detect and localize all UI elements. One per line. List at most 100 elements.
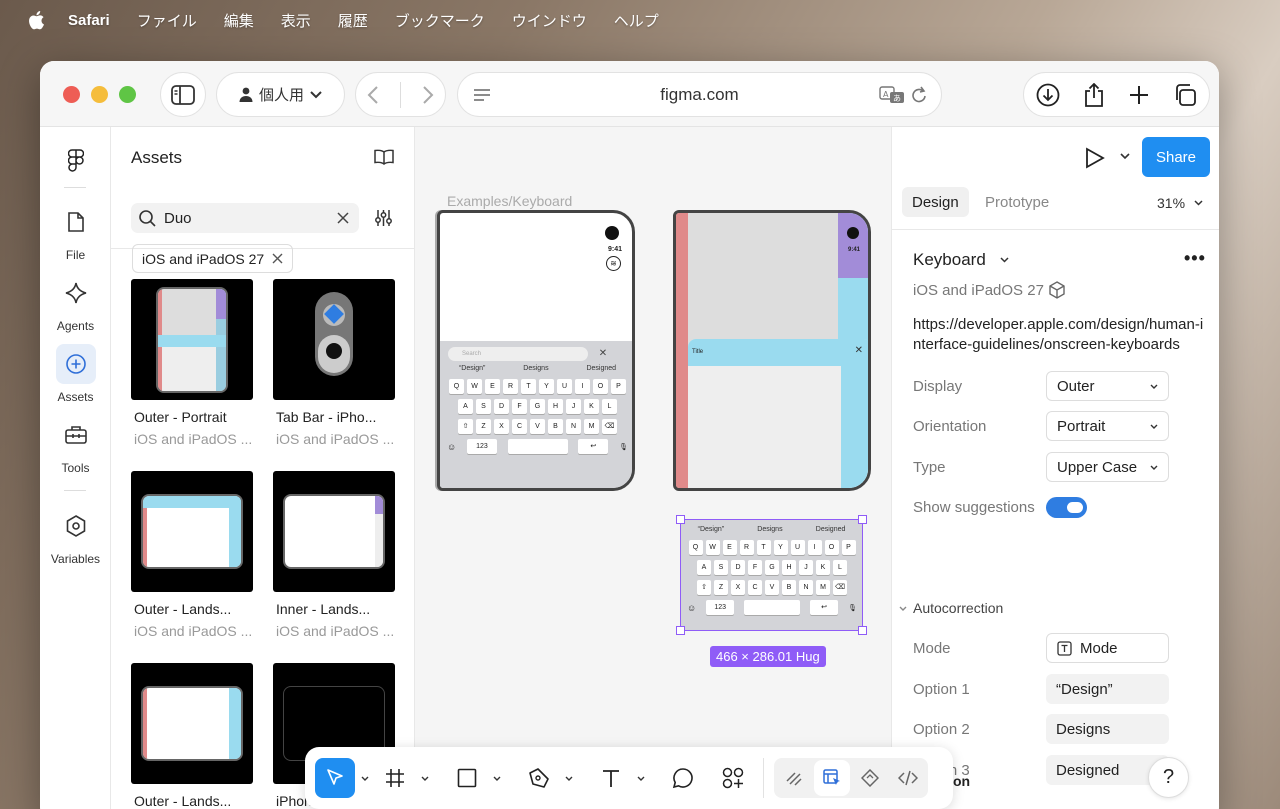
- resize-handle[interactable]: [858, 515, 867, 524]
- keyboard-key[interactable]: S: [714, 560, 728, 575]
- keyboard-key[interactable]: O: [593, 379, 608, 394]
- tab-design[interactable]: Design: [902, 187, 969, 217]
- nav-agents[interactable]: Agents: [40, 273, 111, 333]
- draw-mode-button[interactable]: [776, 760, 812, 796]
- option1-field[interactable]: “Design”: [1046, 674, 1169, 704]
- nav-variables[interactable]: Variables: [40, 506, 111, 566]
- reload-icon[interactable]: [911, 86, 927, 104]
- keyboard-key[interactable]: A: [697, 560, 711, 575]
- keyboard-key[interactable]: Q: [688, 540, 703, 555]
- prototype-mode-button[interactable]: [852, 760, 888, 796]
- asset-card-inner-landscape[interactable]: Inner - Lands... iOS and iPadOS ...: [273, 471, 395, 639]
- selected-keyboard-component[interactable]: “Design” Designs Designed QWERTYUIOP ASDF…: [676, 515, 867, 635]
- figma-canvas[interactable]: Examples/Keyboard 9:41 ≋ Search ✕ “Desig…: [415, 127, 891, 809]
- actions-tool-button[interactable]: [713, 758, 753, 798]
- keyboard-key[interactable]: Z: [476, 419, 491, 434]
- menu-app-name[interactable]: Safari: [68, 12, 110, 29]
- keyboard-key[interactable]: X: [731, 580, 745, 595]
- keyboard-key[interactable]: N: [799, 580, 813, 595]
- apple-icon[interactable]: [26, 9, 48, 31]
- close-window-button[interactable]: [63, 86, 80, 103]
- chevron-down-icon[interactable]: [415, 776, 435, 781]
- asset-card-outer-landscape[interactable]: Outer - Lands... iOS and iPadOS ...: [131, 471, 253, 639]
- menu-file[interactable]: ファイル: [137, 10, 197, 31]
- keyboard-key[interactable]: U: [790, 540, 805, 555]
- assets-search-input[interactable]: Duo: [131, 203, 359, 233]
- design-mode-button[interactable]: [814, 760, 850, 796]
- keyboard-key[interactable]: N: [566, 419, 581, 434]
- keyboard-key[interactable]: H: [548, 399, 563, 414]
- share-icon[interactable]: [1084, 82, 1104, 107]
- orientation-select[interactable]: Portrait: [1046, 411, 1169, 441]
- keyboard-key[interactable]: F: [512, 399, 527, 414]
- search-value[interactable]: Duo: [164, 210, 192, 227]
- keyboard-key[interactable]: B: [782, 580, 796, 595]
- download-icon[interactable]: [1036, 83, 1060, 107]
- nav-tools[interactable]: Tools: [40, 415, 111, 475]
- chevron-down-icon[interactable]: [1194, 200, 1203, 206]
- shape-tool-button[interactable]: [447, 758, 487, 798]
- share-button[interactable]: Share: [1142, 137, 1210, 177]
- asset-card-outer-portrait[interactable]: Outer - Portrait iOS and iPadOS ...: [131, 279, 253, 447]
- keyboard-key[interactable]: K: [816, 560, 830, 575]
- keyboard-key[interactable]: Y: [773, 540, 788, 555]
- keyboard-key[interactable]: U: [557, 379, 572, 394]
- close-icon[interactable]: ✕: [855, 345, 863, 356]
- forward-arrow-icon[interactable]: [422, 85, 434, 105]
- zoom-level[interactable]: 31%: [1157, 195, 1185, 211]
- menu-history[interactable]: 履歴: [338, 10, 368, 31]
- mode-field[interactable]: Mode: [1046, 633, 1169, 663]
- keyboard-key[interactable]: G: [765, 560, 779, 575]
- menu-edit[interactable]: 編集: [224, 10, 254, 31]
- type-select[interactable]: Upper Case: [1046, 452, 1169, 482]
- microphone-icon[interactable]: 🎙: [619, 443, 628, 451]
- move-tool-button[interactable]: [315, 758, 355, 798]
- return-key[interactable]: ↩: [810, 600, 839, 615]
- library-component-icon[interactable]: [1048, 281, 1066, 299]
- keyboard-key[interactable]: M: [816, 580, 830, 595]
- space-key[interactable]: [507, 439, 568, 454]
- chevron-down-icon[interactable]: [899, 606, 907, 611]
- outer-landscape-device[interactable]: 9:41 Title ✕: [673, 210, 871, 491]
- suggestion-3[interactable]: Designed: [586, 365, 616, 372]
- keyboard-key[interactable]: T: [521, 379, 536, 394]
- keyboard-key[interactable]: Q: [449, 379, 464, 394]
- section-label-partial[interactable]: on: [953, 773, 970, 789]
- keyboard-key[interactable]: ⌫: [602, 419, 617, 434]
- play-icon[interactable]: [1085, 147, 1105, 169]
- keyboard-key[interactable]: D: [731, 560, 745, 575]
- library-filter-chip[interactable]: iOS and iPadOS 27: [132, 244, 294, 273]
- chevron-down-icon[interactable]: [631, 776, 651, 781]
- return-key[interactable]: ↩: [578, 439, 609, 454]
- keyboard-key[interactable]: L: [602, 399, 617, 414]
- keyboard-key[interactable]: V: [530, 419, 545, 434]
- tab-overview-icon[interactable]: [1173, 83, 1197, 107]
- keyboard-key[interactable]: R: [739, 540, 754, 555]
- chevron-down-icon[interactable]: [487, 776, 507, 781]
- more-options-icon[interactable]: •••: [1184, 248, 1206, 269]
- frame-tool-button[interactable]: [375, 758, 415, 798]
- keyboard-key[interactable]: ⌫: [833, 580, 847, 595]
- chevron-down-icon[interactable]: [1120, 153, 1130, 160]
- keyboard-key[interactable]: L: [833, 560, 847, 575]
- keyboard-key[interactable]: W: [467, 379, 482, 394]
- show-suggestions-toggle[interactable]: [1046, 497, 1087, 518]
- keyboard-key[interactable]: E: [722, 540, 737, 555]
- asset-card-outer-landscape-2[interactable]: Outer - Lands...: [131, 663, 253, 809]
- keyboard-key[interactable]: E: [485, 379, 500, 394]
- keyboard-search-field[interactable]: Search: [448, 347, 588, 361]
- keyboard-key[interactable]: R: [503, 379, 518, 394]
- keyboard-key[interactable]: A: [458, 399, 473, 414]
- space-key[interactable]: [744, 600, 801, 615]
- display-select[interactable]: Outer: [1046, 371, 1169, 401]
- menu-help[interactable]: ヘルプ: [614, 10, 659, 31]
- numbers-key[interactable]: 123: [706, 600, 735, 615]
- menu-bookmarks[interactable]: ブックマーク: [395, 10, 485, 31]
- menu-window[interactable]: ウインドウ: [512, 10, 587, 31]
- emoji-icon[interactable]: ☺: [687, 603, 696, 613]
- keyboard-key[interactable]: C: [512, 419, 527, 434]
- keyboard-key[interactable]: J: [566, 399, 581, 414]
- suggestion-1[interactable]: “Design”: [459, 365, 485, 372]
- keyboard-key[interactable]: O: [824, 540, 839, 555]
- suggestion-2[interactable]: Designs: [757, 526, 782, 533]
